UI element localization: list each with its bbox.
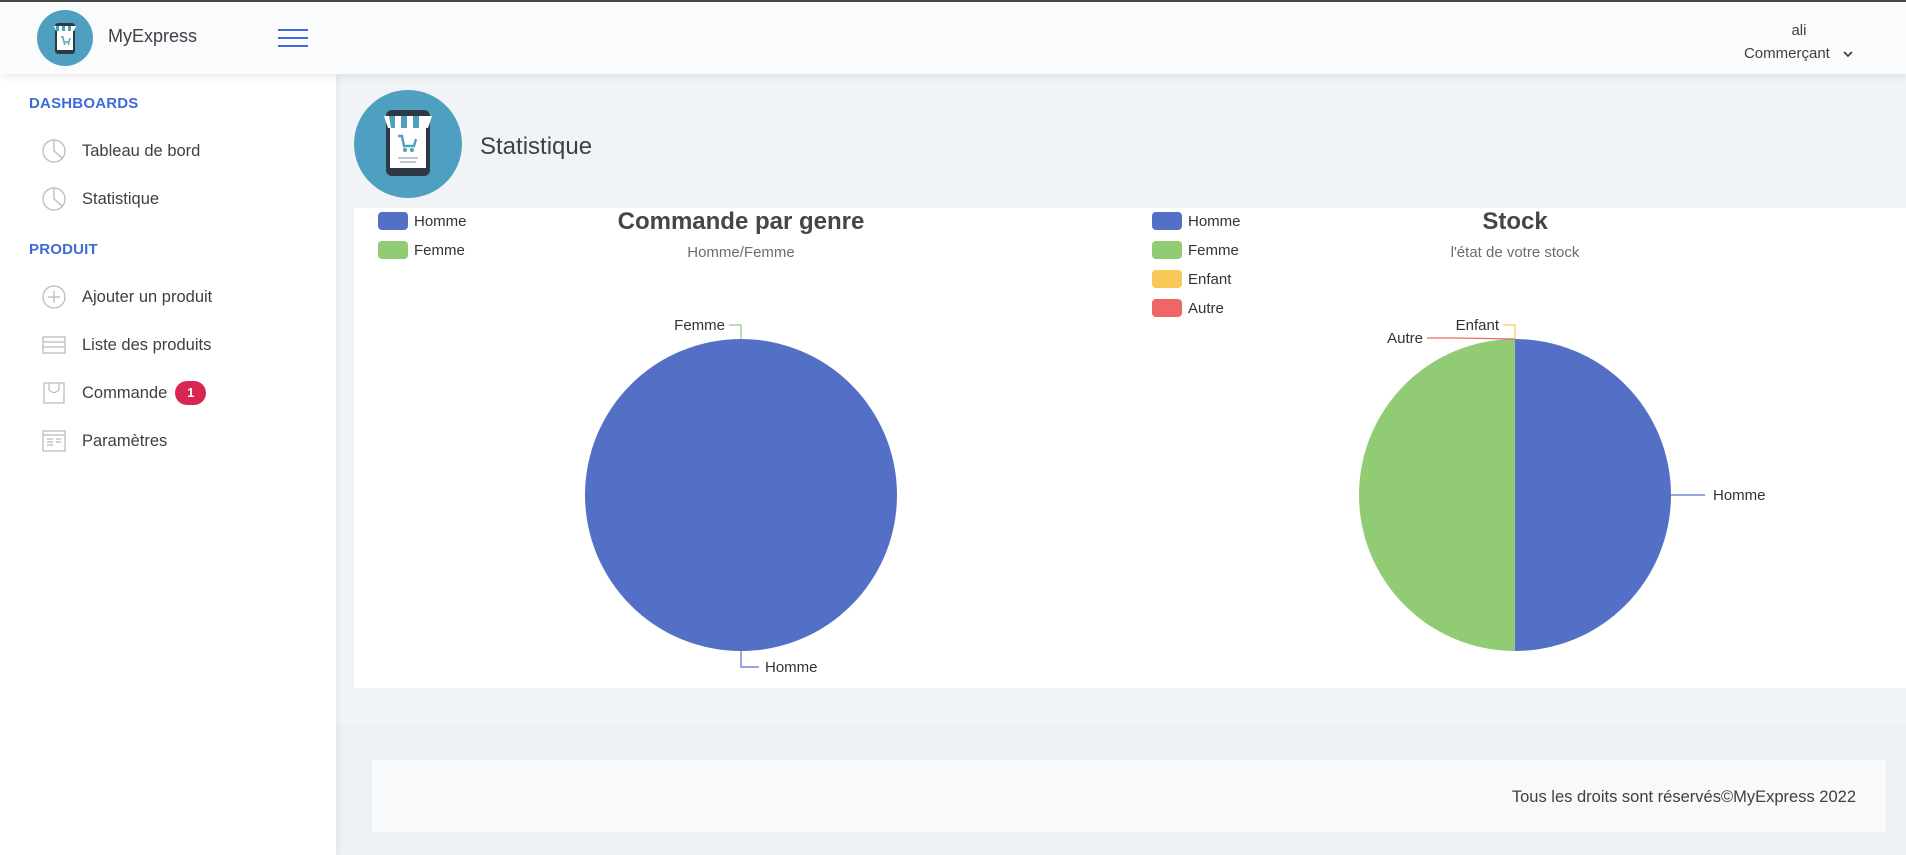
sidebar-item-label: Commande	[82, 383, 168, 402]
sidebar-item-label: Ajouter un produit	[82, 287, 213, 306]
pie-chart-icon	[40, 185, 68, 213]
pie-chart-stock: Homme Enfant Autre	[1359, 317, 1766, 651]
sidebar-heading-produit: PRODUIT	[29, 241, 98, 258]
sidebar-item-label: Liste des produits	[82, 335, 212, 354]
pie-chart-icon	[40, 137, 68, 165]
sidebar-item-parametres[interactable]: Paramètres	[40, 423, 320, 459]
pie-slice-homme[interactable]	[585, 339, 897, 651]
plus-circle-icon	[40, 283, 68, 311]
app-name: MyExpress	[108, 26, 198, 46]
pie-label-enfant: Enfant	[1456, 317, 1500, 334]
sidebar-item-tableau-de-bord[interactable]: Tableau de bord	[40, 133, 320, 169]
app-logo[interactable]	[37, 10, 93, 66]
sidebar: DASHBOARDS Tableau de bord Statistique P…	[0, 74, 336, 855]
hamburger-line	[278, 29, 308, 31]
user-role: Commerçant	[1743, 45, 1830, 62]
footer-copyright: Tous les droits sont réservés©MyExpress …	[1511, 788, 1856, 806]
list-icon	[40, 331, 68, 359]
sidebar-item-label: Paramètres	[82, 431, 168, 450]
pie-label-line	[740, 651, 759, 668]
sidebar-item-label: Tableau de bord	[82, 141, 201, 160]
order-count-badge: 1	[175, 381, 207, 405]
sidebar-item-commande[interactable]: Commande 1	[40, 375, 320, 411]
top-header: MyExpress ali Commerçant	[0, 0, 1906, 74]
pie-label-line	[729, 324, 742, 339]
pie-label-line	[1503, 324, 1516, 339]
phone-shop-icon	[384, 110, 432, 176]
pie-chart-commande-par-genre: Homme Femme	[585, 317, 897, 676]
pie-slice-femme[interactable]	[1359, 339, 1515, 651]
sidebar-item-liste-des-produits[interactable]: Liste des produits	[40, 327, 320, 363]
chevron-down-icon	[1843, 51, 1853, 58]
page-logo	[354, 90, 462, 198]
hamburger-line	[278, 37, 308, 39]
page-title: Statistique	[480, 133, 593, 160]
pie-label-autre: Autre	[1387, 330, 1423, 347]
user-name: ali	[1791, 22, 1807, 39]
statistics-card: Homme Femme Commande par genre Homme/Fem…	[354, 208, 1906, 688]
sidebar-item-statistique[interactable]: Statistique	[40, 181, 320, 217]
pie-label-femme: Femme	[674, 317, 725, 334]
hamburger-line	[278, 45, 308, 47]
pie-label-homme: Homme	[765, 659, 818, 676]
menu-toggle-button[interactable]	[278, 28, 308, 48]
bag-icon	[40, 379, 68, 407]
sidebar-item-ajouter-un-produit[interactable]: Ajouter un produit	[40, 279, 320, 315]
sidebar-heading-dashboards: DASHBOARDS	[29, 95, 139, 112]
phone-shop-icon	[54, 23, 76, 54]
pie-label-line	[1427, 337, 1516, 340]
footer: Tous les droits sont réservés©MyExpress …	[372, 760, 1886, 832]
sidebar-item-label: Statistique	[82, 189, 160, 208]
settings-icon	[40, 427, 68, 455]
pie-slice-homme[interactable]	[1515, 339, 1671, 651]
user-menu[interactable]: ali Commerçant	[1744, 19, 1854, 65]
pie-label-homme: Homme	[1713, 487, 1766, 504]
